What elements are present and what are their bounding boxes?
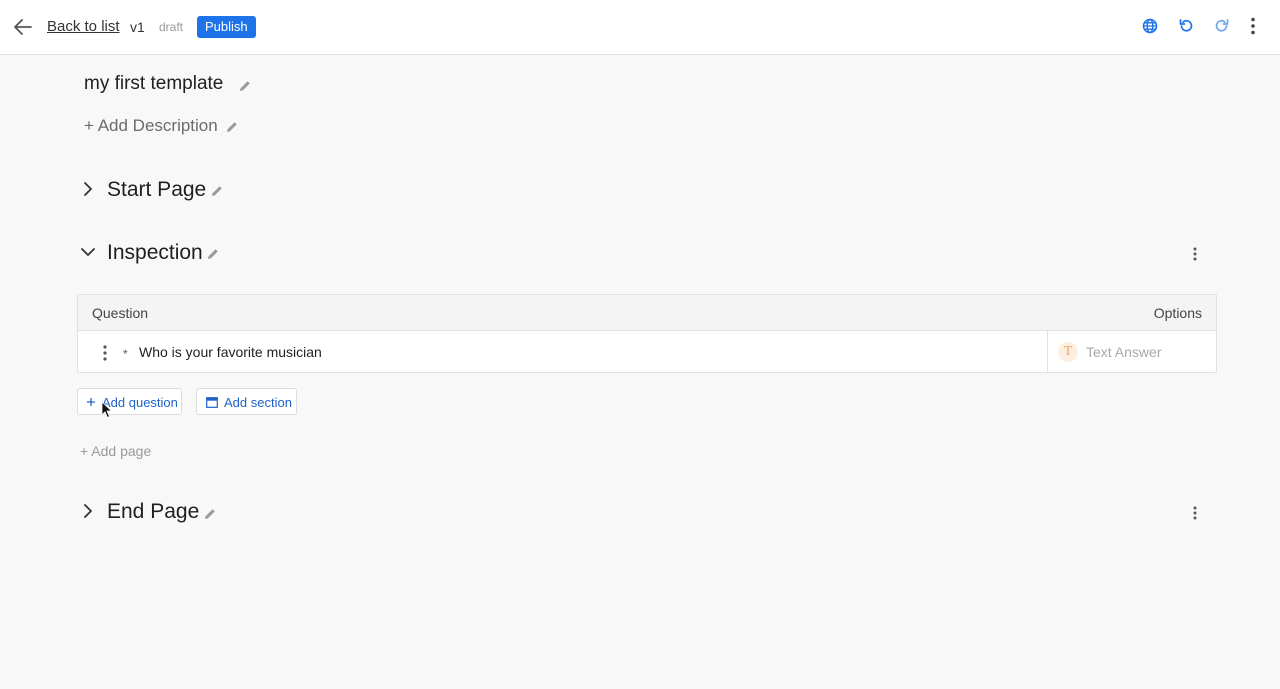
top-bar: Back to list v1 draft Publish [0,0,1280,55]
back-arrow-icon[interactable] [12,16,34,38]
end-page-title: End Page [107,500,200,523]
back-to-list-link[interactable]: Back to list [47,18,120,35]
add-section-label: Add section [224,395,292,410]
drag-handle-icon[interactable] [102,344,108,362]
redo-icon[interactable] [1213,17,1231,35]
undo-icon[interactable] [1177,17,1195,35]
globe-icon[interactable] [1141,17,1159,35]
add-question-button[interactable]: Add question [77,388,182,415]
start-page-title: Start Page [107,178,207,201]
edit-inspection-pencil-icon[interactable] [206,247,220,261]
answer-type-cell[interactable]: T Text Answer [1047,331,1217,373]
edit-title-pencil-icon[interactable] [238,79,252,93]
header-options: Options [1153,305,1202,321]
inspection-section-title: Inspection [107,241,203,264]
plus-icon [87,398,95,406]
add-section-button[interactable]: Add section [196,388,297,415]
chevron-right-icon[interactable] [80,503,96,519]
add-page-button[interactable]: + Add page [80,443,151,459]
section-icon [206,397,218,408]
status-label: draft [159,20,184,34]
end-page-more-icon[interactable] [1192,505,1198,521]
mouse-cursor-icon [101,401,113,419]
chevron-down-icon[interactable] [80,244,96,260]
inspection-more-icon[interactable] [1192,246,1198,262]
template-title: my first template [84,73,224,94]
required-mark: * [123,347,128,361]
add-description-button[interactable]: + Add Description [84,116,218,136]
answer-type-label: Text Answer [1086,344,1162,360]
text-answer-icon: T [1058,342,1078,362]
question-table: Question Options * Who is your favorite … [77,294,1217,373]
edit-end-page-pencil-icon[interactable] [203,507,217,521]
version-label: v1 [130,19,145,35]
more-vertical-icon[interactable] [1244,17,1262,35]
add-question-label: Add question [102,395,178,410]
edit-start-page-pencil-icon[interactable] [210,184,224,198]
chevron-right-icon[interactable] [80,181,96,197]
publish-button[interactable]: Publish [197,16,256,38]
header-question: Question [92,305,149,321]
edit-description-pencil-icon[interactable] [225,120,239,134]
question-text[interactable]: Who is your favorite musician [139,344,322,360]
table-row[interactable]: * Who is your favorite musician T Text A… [78,331,1216,373]
question-table-header: Question Options [78,295,1216,331]
